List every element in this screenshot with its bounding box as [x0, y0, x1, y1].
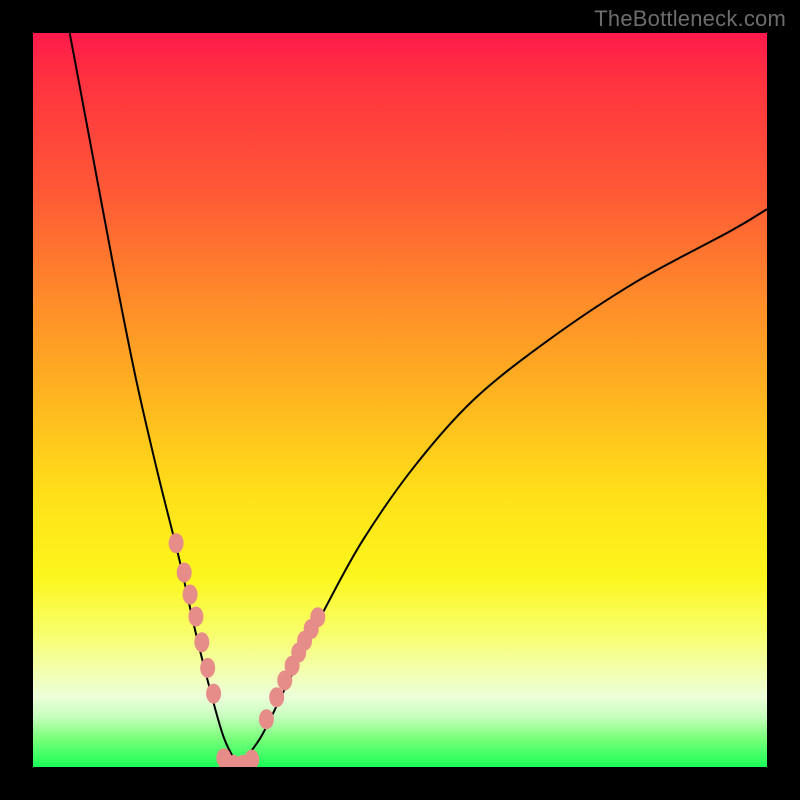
watermark-text: TheBottleneck.com — [594, 6, 786, 32]
bead — [259, 709, 274, 729]
bead — [188, 607, 203, 627]
plot-area — [33, 33, 767, 767]
curve-right-branch — [239, 209, 767, 767]
bead — [206, 684, 221, 704]
annotation-beads-trough — [216, 748, 259, 767]
annotation-beads-left — [169, 533, 221, 703]
bead — [269, 687, 284, 707]
bead — [200, 658, 215, 678]
bead — [183, 585, 198, 605]
bead — [177, 562, 192, 582]
bead — [169, 533, 184, 553]
bottleneck-curve — [33, 33, 767, 767]
chart-frame: TheBottleneck.com — [0, 0, 800, 800]
bead — [194, 632, 209, 652]
annotation-beads-right — [259, 607, 325, 729]
curve-left-branch — [70, 33, 239, 767]
bead — [310, 607, 325, 627]
bead — [244, 750, 259, 767]
